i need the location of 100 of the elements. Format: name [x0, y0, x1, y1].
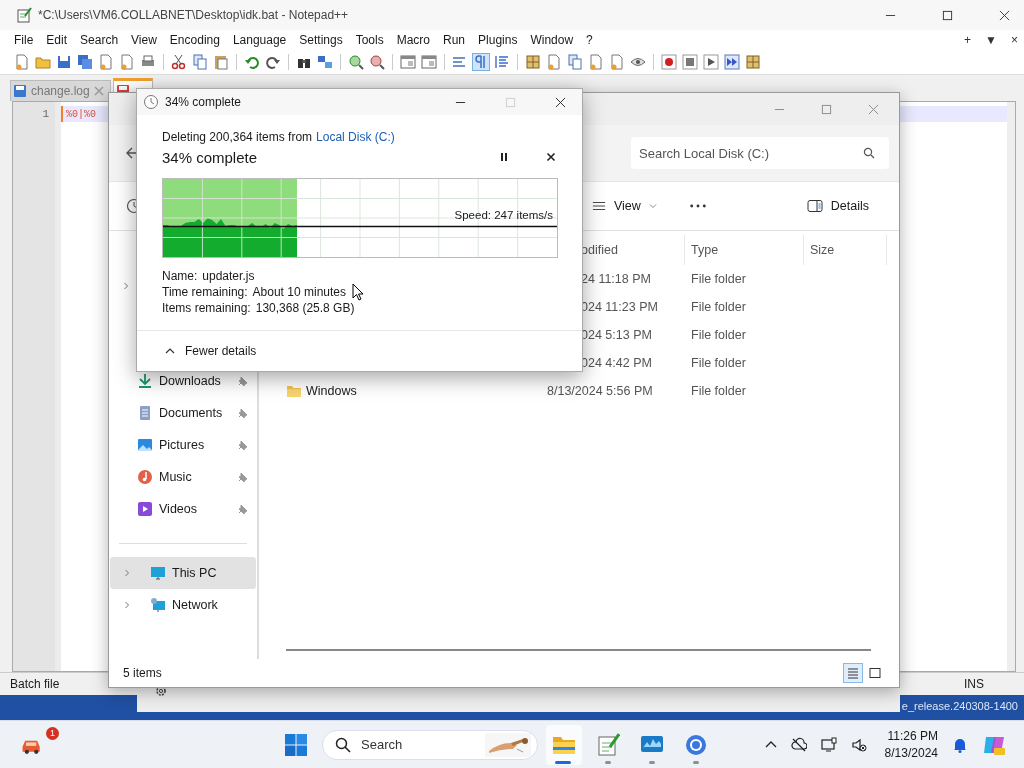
bell-icon[interactable] — [952, 736, 968, 753]
undo-icon[interactable] — [244, 54, 260, 70]
sidebar-item[interactable]: Music — [110, 461, 256, 493]
sidebar-item[interactable]: Documents — [110, 397, 256, 429]
detail-label: Time remaining: — [162, 285, 248, 299]
zoom-out-icon[interactable] — [369, 54, 385, 70]
view-button[interactable]: View — [591, 191, 657, 221]
sidebar-item[interactable]: Videos — [110, 493, 256, 525]
scrollbar[interactable] — [1007, 102, 1015, 671]
network-icon — [150, 597, 166, 613]
menu-item[interactable]: Tools — [355, 33, 384, 47]
maximize-icon[interactable] — [942, 9, 953, 21]
menu-item[interactable]: View — [131, 33, 157, 47]
music-note-icon — [137, 469, 153, 485]
start-icon[interactable] — [284, 732, 308, 757]
window-icon[interactable] — [421, 54, 437, 70]
clipboard-icon[interactable] — [213, 54, 229, 70]
pin-icon[interactable] — [238, 504, 248, 514]
menu-item[interactable]: Macro — [396, 33, 430, 47]
menu-item[interactable]: Search — [80, 33, 119, 47]
close-icon[interactable] — [555, 96, 566, 108]
pin-icon[interactable] — [238, 472, 248, 482]
notification-badge: 1 — [46, 726, 59, 740]
indent-icon[interactable] — [494, 54, 510, 70]
fast-forward-icon[interactable] — [724, 54, 740, 70]
floppy-disks-icon[interactable] — [77, 54, 93, 70]
modified-date: 8/13/2024 5:56 PM — [547, 384, 653, 398]
column-header[interactable]: Type — [685, 235, 804, 265]
monitor-icon[interactable] — [820, 736, 837, 753]
lines-icon — [591, 199, 606, 213]
progress-heading: 34% complete — [162, 148, 258, 166]
sidebar-item[interactable]: Pictures — [110, 429, 256, 461]
record-icon[interactable] — [661, 54, 677, 70]
play-icon[interactable] — [703, 54, 719, 70]
menu-item[interactable]: ? — [586, 33, 593, 47]
clock-time[interactable]: 11:26 PM — [887, 727, 938, 745]
pin-icon[interactable] — [238, 376, 248, 386]
menu-item[interactable]: Edit — [46, 33, 68, 47]
window-title: *C:\Users\VM6.COLLABNET\Desktop\idk.bat - Notepad++ — [38, 8, 349, 22]
download-icon — [137, 373, 153, 389]
search-field[interactable]: Search Local Disk (C:) — [631, 137, 889, 169]
menu-item[interactable]: File — [14, 33, 34, 47]
fewer-details-button[interactable]: Fewer details — [165, 344, 257, 358]
menu-control[interactable]: × — [1011, 33, 1018, 47]
drive-link[interactable]: Local Disk (C:) — [316, 130, 395, 144]
menu-item[interactable]: Run — [443, 33, 466, 47]
pages-icon[interactable] — [192, 54, 208, 70]
folder-icon[interactable] — [35, 54, 51, 70]
panel-icon — [806, 198, 823, 214]
more-icon[interactable] — [688, 203, 707, 209]
back-arrow-icon[interactable] — [125, 146, 139, 160]
chevron-right-icon — [123, 601, 131, 609]
menu-item[interactable]: Encoding — [169, 33, 220, 47]
pause-icon[interactable] — [499, 152, 509, 162]
grid-icon[interactable] — [525, 54, 541, 70]
pin-icon[interactable] — [238, 408, 248, 418]
notepad-icon — [16, 7, 32, 23]
clock-icon — [143, 94, 159, 110]
search-icon — [335, 736, 351, 753]
file-type: File folder — [691, 300, 746, 314]
detail-label: Name: — [162, 269, 198, 283]
replace-icon[interactable] — [317, 54, 333, 70]
detail-label: Items remaining: — [162, 301, 251, 315]
caret-up-icon — [165, 346, 175, 356]
grid-icon[interactable] — [745, 54, 761, 70]
pages-icon[interactable] — [567, 54, 583, 70]
detail-value: 130,368 (25.8 GB) — [255, 301, 355, 315]
file-type: File folder — [691, 328, 746, 342]
cloud-off-icon[interactable] — [790, 736, 807, 753]
zoom-in-icon[interactable] — [348, 54, 364, 70]
menu-item[interactable]: Plugins — [478, 33, 518, 47]
lines-icon[interactable] — [452, 54, 468, 70]
window-icon[interactable] — [400, 54, 416, 70]
pilcrow-icon[interactable] — [473, 54, 489, 70]
file-name[interactable]: Windows — [306, 384, 357, 398]
folder-app-button[interactable] — [546, 724, 582, 765]
picture-icon — [137, 437, 153, 453]
menu-control[interactable]: ▼ — [985, 33, 997, 47]
status-message: Deleting 200,364 items from — [162, 130, 313, 144]
close-icon[interactable] — [546, 152, 556, 162]
menu-item[interactable]: Settings — [299, 33, 343, 47]
column-header[interactable]: Size — [804, 235, 887, 265]
item-count: 5 items — [123, 666, 162, 680]
scissors-icon[interactable] — [171, 54, 187, 70]
monitor-icon — [150, 565, 166, 581]
sidebar-item[interactable]: This PC — [110, 557, 256, 589]
film-icon — [137, 501, 153, 517]
sidebar-item[interactable]: Network — [110, 589, 256, 621]
redo-icon[interactable] — [265, 54, 281, 70]
stop-icon[interactable] — [682, 54, 698, 70]
close-icon[interactable] — [999, 9, 1010, 21]
pin-icon[interactable] — [238, 440, 248, 450]
menu-item[interactable]: Language — [232, 33, 287, 47]
insert-mode-label: INS — [964, 677, 984, 691]
details-button[interactable]: Details — [806, 191, 869, 221]
menu-control[interactable]: + — [964, 33, 972, 47]
search-field[interactable]: Search — [322, 729, 538, 760]
menu-item[interactable]: Window — [530, 33, 574, 47]
clock-date[interactable]: 8/13/2024 — [884, 744, 938, 762]
sound-muted-icon[interactable] — [850, 736, 867, 753]
